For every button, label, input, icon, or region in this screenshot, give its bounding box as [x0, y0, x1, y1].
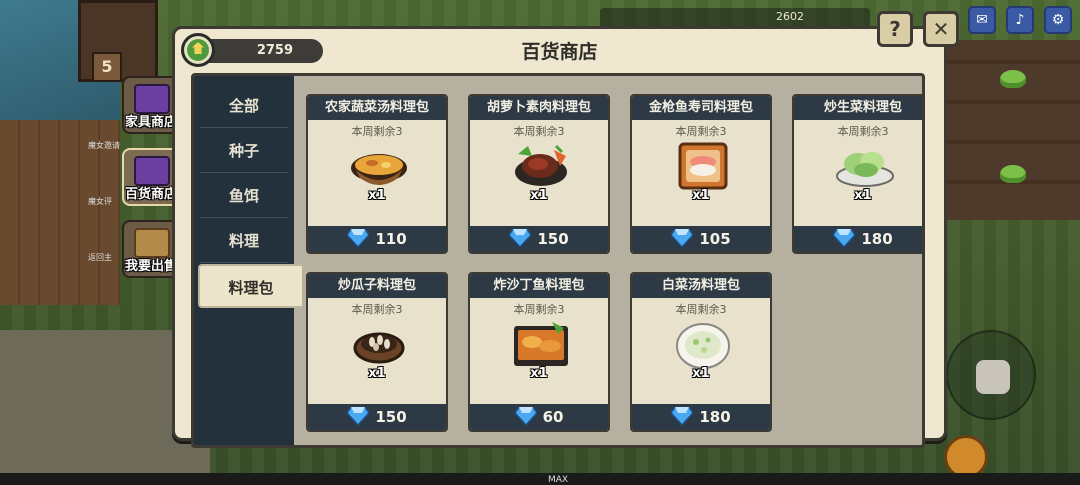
shop-item-card[interactable]: 白菜汤料理包 本周剩余3 x1 180: [630, 272, 772, 432]
bottom-energy-bar: [0, 473, 1080, 485]
item-price[interactable]: 60: [470, 404, 608, 430]
item-price[interactable]: 110: [308, 226, 446, 252]
price-value: 150: [537, 230, 569, 248]
item-name: 胡萝卜素肉料理包: [470, 96, 608, 120]
goods-icon: [134, 228, 170, 258]
item-stock: 本周剩余3: [837, 125, 889, 138]
item-price[interactable]: 180: [794, 226, 922, 252]
settings-gear-icon[interactable]: ⚙: [1044, 6, 1072, 34]
item-name: 炒瓜子料理包: [308, 274, 446, 298]
price-value: 180: [699, 408, 731, 426]
shop-item-card[interactable]: 金枪鱼寿司料理包 本周剩余3 x1 105: [630, 94, 772, 254]
soup-bowl-icon: [351, 154, 407, 185]
crop-plant: [1000, 165, 1026, 183]
cabbage-soup-icon: [676, 323, 730, 369]
energy-max-label: MAX: [548, 475, 569, 485]
diamond-icon: [671, 407, 694, 425]
fried-sardine-icon: [514, 322, 568, 366]
general-store-window: 2759 百货商店 ? ✕ 全部 种子 鱼饵 料理 料理包 农家蔬菜汤料理包 本…: [172, 11, 959, 448]
item-stock: 本周剩余3: [513, 303, 565, 316]
hand-icon: [976, 360, 1010, 394]
item-stock: 本周剩余3: [513, 125, 565, 138]
item-name: 金枪鱼寿司料理包: [632, 96, 770, 120]
mail-icon[interactable]: ✉: [968, 6, 996, 34]
diamond-icon: [514, 407, 537, 425]
item-price[interactable]: 105: [632, 226, 770, 252]
tab-recipe-packs[interactable]: 料理包: [198, 264, 302, 308]
item-price[interactable]: 150: [470, 226, 608, 252]
item-stock: 本周剩余3: [675, 303, 727, 316]
price-value: 150: [375, 408, 407, 426]
tab-bait[interactable]: 鱼饵: [200, 174, 288, 218]
tab-seeds[interactable]: 种子: [200, 129, 288, 173]
item-name: 白菜汤料理包: [632, 274, 770, 298]
house-number-sign: 5: [92, 52, 122, 82]
price-value: 105: [699, 230, 731, 248]
shop-item-card[interactable]: 炸沙丁鱼料理包 本周剩余3 x1 60: [468, 272, 610, 432]
item-stock: 本周剩余3: [351, 125, 403, 138]
price-value: 180: [861, 230, 893, 248]
item-name: 农家蔬菜汤料理包: [308, 96, 446, 120]
tab-cooking[interactable]: 料理: [200, 219, 288, 263]
shop-content: 全部 种子 鱼饵 料理 料理包 农家蔬菜汤料理包 本周剩余3 x1 110 胡萝…: [191, 73, 925, 448]
item-stock: 本周剩余3: [675, 125, 727, 138]
shop-item-card[interactable]: 炒瓜子料理包 本周剩余3 x1 150: [306, 272, 448, 432]
shop-title: 百货商店: [521, 41, 598, 63]
store-icon: [134, 156, 170, 186]
item-quantity: x1: [692, 188, 710, 203]
tuna-sushi-icon: [678, 142, 728, 190]
close-button[interactable]: ✕: [923, 11, 959, 47]
shop-item-card[interactable]: 炒生菜料理包 本周剩余3 x1 180: [792, 94, 922, 254]
price-value: 60: [542, 408, 564, 426]
grab-action-button[interactable]: [946, 330, 1036, 420]
category-tabs: 全部 种子 鱼饵 料理 料理包: [194, 76, 302, 445]
side-small-label: 魔女邀请: [88, 141, 120, 150]
item-quantity: x1: [530, 366, 548, 381]
item-stock: 本周剩余3: [351, 303, 403, 316]
item-price[interactable]: 150: [308, 404, 446, 430]
diamond-icon: [509, 229, 532, 247]
crop-plant: [1000, 70, 1026, 88]
diamond-icon: [347, 407, 370, 425]
item-quantity: x1: [854, 188, 872, 203]
side-small-label: 魔女评: [88, 197, 112, 206]
carrot-meat-icon: [515, 144, 567, 186]
price-value: 110: [375, 230, 407, 248]
item-name: 炸沙丁鱼料理包: [470, 274, 608, 298]
tab-all[interactable]: 全部: [200, 84, 288, 128]
item-quantity: x1: [692, 366, 710, 381]
help-button[interactable]: ?: [877, 11, 913, 47]
diamond-icon: [347, 229, 370, 247]
diamond-icon: [833, 229, 856, 247]
item-name: 炒生菜料理包: [794, 96, 922, 120]
diamond-icon: [671, 229, 694, 247]
item-quantity: x1: [368, 188, 386, 203]
item-price[interactable]: 180: [632, 404, 770, 430]
shop-item-card[interactable]: 胡萝卜素肉料理包 本周剩余3 x1 150: [468, 94, 610, 254]
wardrobe-icon: [134, 84, 170, 114]
sunflower-seeds-icon: [353, 332, 405, 364]
hud-counter: 2602: [776, 10, 804, 23]
shop-item-card[interactable]: 农家蔬菜汤料理包 本周剩余3 x1 110: [306, 94, 448, 254]
item-quantity: x1: [530, 188, 548, 203]
stir-fried-lettuce-icon: [836, 152, 894, 187]
farm-field: [940, 40, 1080, 220]
side-small-label: 返回主: [88, 253, 112, 262]
item-quantity: x1: [368, 366, 386, 381]
sound-icon[interactable]: ♪: [1006, 6, 1034, 34]
